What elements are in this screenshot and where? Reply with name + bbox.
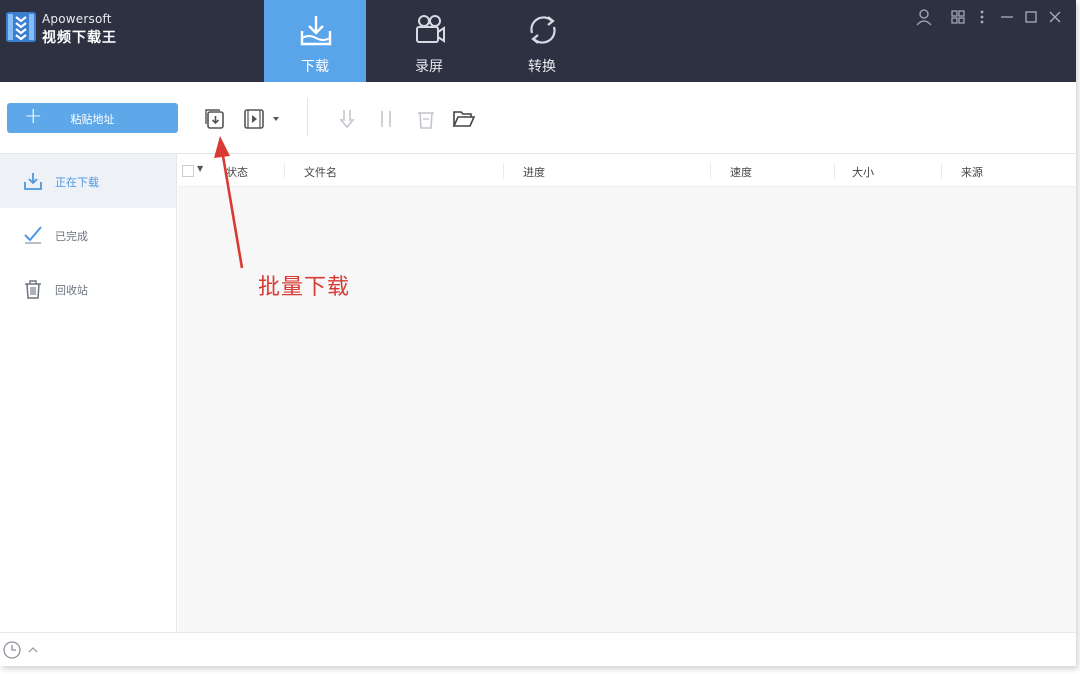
sidebar-item-downloading[interactable]: 正在下载 <box>0 154 176 208</box>
maximize-icon[interactable] <box>1022 8 1040 26</box>
video-camera-icon <box>416 15 445 43</box>
download-icon <box>24 173 42 190</box>
download-tray-icon <box>300 16 332 46</box>
tab-download[interactable]: 下载 <box>264 0 366 82</box>
clock-icon[interactable] <box>2 640 22 660</box>
toolbar: + 粘贴地址 <box>0 82 1076 154</box>
delete-icon[interactable] <box>414 107 438 131</box>
brand-name-cn: 视频下载王 <box>42 30 117 46</box>
status-bar <box>0 632 1076 666</box>
sidebar-item-label: 已完成 <box>55 230 88 243</box>
pause-icon[interactable] <box>374 107 398 131</box>
sidebar-item-label: 回收站 <box>55 284 88 297</box>
tab-download-label: 下载 <box>301 59 329 75</box>
select-dropdown-icon[interactable]: ▼ <box>197 164 203 173</box>
tab-convert-label: 转换 <box>528 59 556 75</box>
trash-icon <box>25 280 41 299</box>
brand-name-en: Apowersoft <box>42 12 112 26</box>
toolbar-divider <box>307 98 308 136</box>
check-icon <box>24 226 42 244</box>
chevron-up-icon[interactable] <box>27 644 39 656</box>
paste-url-button[interactable]: + 粘贴地址 <box>7 103 178 133</box>
sidebar-item-recycle-bin[interactable]: 回收站 <box>0 262 176 316</box>
column-header-progress[interactable]: 进度 <box>523 164 545 180</box>
tab-convert[interactable]: 转换 <box>491 0 593 82</box>
minimize-icon[interactable] <box>998 8 1016 26</box>
app-logo-icon <box>6 12 36 42</box>
batch-download-icon[interactable] <box>203 107 227 131</box>
user-icon[interactable] <box>915 8 933 26</box>
priority-download-icon[interactable] <box>335 107 359 131</box>
sidebar: 正在下载 已完成 回收站 <box>0 154 177 632</box>
sidebar-item-completed[interactable]: 已完成 <box>0 208 176 262</box>
column-header-size[interactable]: 大小 <box>852 164 874 180</box>
tab-record-label: 录屏 <box>415 59 443 75</box>
select-all-checkbox[interactable] <box>182 165 194 177</box>
table-header: ▼ 状态 文件名 进度 速度 大小 来源 <box>178 154 1076 187</box>
more-vertical-icon[interactable] <box>973 8 991 26</box>
convert-cycle-icon <box>530 16 556 44</box>
column-header-filename[interactable]: 文件名 <box>304 164 337 180</box>
column-divider <box>284 163 285 179</box>
download-list-area: ▼ 状态 文件名 进度 速度 大小 来源 <box>178 154 1076 632</box>
video-play-dropdown-icon[interactable] <box>243 107 283 131</box>
app-window: Apowersoft 视频下载王 下载 录屏 转换 + 粘贴地址 正在下载 已完… <box>0 0 1076 666</box>
column-header-status[interactable]: 状态 <box>226 164 248 180</box>
column-divider <box>941 163 942 179</box>
column-header-speed[interactable]: 速度 <box>730 164 752 180</box>
tab-record[interactable]: 录屏 <box>378 0 480 82</box>
paste-url-label: 粘贴地址 <box>70 113 115 126</box>
apps-grid-icon[interactable] <box>949 8 967 26</box>
column-header-source[interactable]: 来源 <box>961 164 983 180</box>
open-folder-icon[interactable] <box>452 107 476 131</box>
column-divider <box>834 163 835 179</box>
close-icon[interactable] <box>1046 8 1064 26</box>
column-divider <box>710 163 711 179</box>
sidebar-item-label: 正在下载 <box>55 176 99 189</box>
column-divider <box>503 163 504 179</box>
annotation-label: 批量下载 <box>258 275 351 300</box>
title-bar: Apowersoft 视频下载王 下载 录屏 转换 <box>0 0 1076 82</box>
